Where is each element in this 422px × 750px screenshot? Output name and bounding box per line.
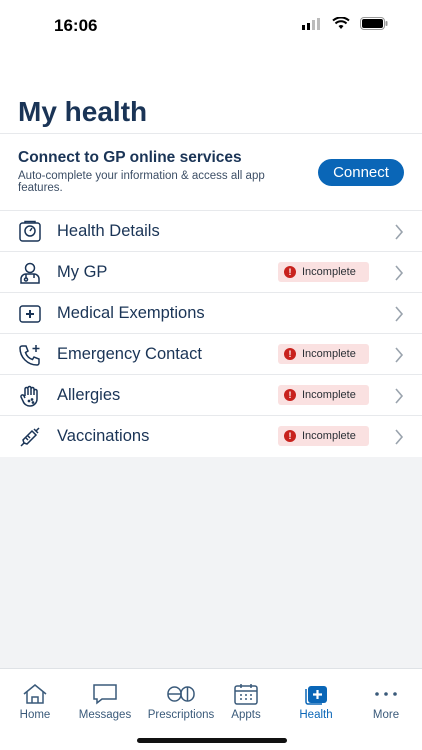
row-label: Emergency Contact xyxy=(57,345,202,363)
incomplete-badge: ! Incomplete xyxy=(278,426,369,446)
health-item-allergies[interactable]: Allergies ! Incomplete xyxy=(0,375,422,416)
incomplete-badge: ! Incomplete xyxy=(278,385,369,405)
connect-button[interactable]: Connect xyxy=(318,159,404,186)
badge-text: Incomplete xyxy=(302,266,356,278)
connect-subtitle: Auto-complete your information & access … xyxy=(18,170,265,194)
page-title: My health xyxy=(18,96,148,127)
alert-icon: ! xyxy=(284,348,296,360)
badge-text: Incomplete xyxy=(302,389,356,401)
row-label: Vaccinations xyxy=(57,427,150,445)
calendar-icon xyxy=(234,684,258,705)
message-icon xyxy=(93,684,117,705)
row-label: My GP xyxy=(57,263,108,281)
status-bar: 16:06 xyxy=(0,0,422,54)
phone-plus-icon xyxy=(19,345,40,366)
tab-more[interactable]: More xyxy=(344,683,422,721)
signal-icon xyxy=(302,17,320,30)
alert-icon: ! xyxy=(284,430,296,442)
hand-icon xyxy=(20,385,38,407)
chevron-right-icon xyxy=(395,224,404,240)
chevron-right-icon xyxy=(395,388,404,404)
incomplete-badge: ! Incomplete xyxy=(278,262,369,282)
tab-label: Messages xyxy=(78,709,132,721)
medical-card-icon xyxy=(19,305,41,323)
status-icons xyxy=(302,17,388,30)
chevron-right-icon xyxy=(395,347,404,363)
health-item-medical-exemptions[interactable]: Medical Exemptions xyxy=(0,293,422,334)
home-icon xyxy=(23,684,47,704)
pills-icon xyxy=(167,686,195,702)
doctor-icon xyxy=(20,262,40,284)
badge-text: Incomplete xyxy=(302,348,356,360)
tab-label: More xyxy=(372,709,400,721)
connect-title: Connect to GP online services xyxy=(18,149,242,166)
chevron-right-icon xyxy=(395,306,404,322)
wifi-icon xyxy=(332,17,350,29)
health-item-health-details[interactable]: Health Details xyxy=(0,211,422,252)
alert-icon: ! xyxy=(284,389,296,401)
chevron-right-icon xyxy=(395,265,404,281)
badge-text: Incomplete xyxy=(302,430,356,442)
clipboard-icon xyxy=(19,220,41,242)
health-item-my-gp[interactable]: My GP ! Incomplete xyxy=(0,252,422,293)
status-time: 16:06 xyxy=(54,16,98,35)
incomplete-badge: ! Incomplete xyxy=(278,344,369,364)
row-label: Allergies xyxy=(57,386,121,404)
tab-messages[interactable]: Messages xyxy=(63,683,147,721)
alert-icon: ! xyxy=(284,266,296,278)
row-label: Health Details xyxy=(57,222,160,240)
chevron-right-icon xyxy=(395,429,404,445)
gp-connect-card: Connect to GP online services Auto-compl… xyxy=(0,134,422,211)
syringe-icon xyxy=(20,427,40,447)
health-list: Health Details My GP ! Incomplete Medica… xyxy=(0,211,422,457)
home-indicator[interactable] xyxy=(137,738,287,743)
health-item-emergency-contact[interactable]: Emergency Contact ! Incomplete xyxy=(0,334,422,375)
health-item-vaccinations[interactable]: Vaccinations ! Incomplete xyxy=(0,416,422,457)
row-label: Medical Exemptions xyxy=(57,304,205,322)
health-icon xyxy=(305,686,327,705)
more-icon xyxy=(375,692,397,696)
battery-icon xyxy=(360,17,388,30)
page-header: My health xyxy=(0,54,422,134)
